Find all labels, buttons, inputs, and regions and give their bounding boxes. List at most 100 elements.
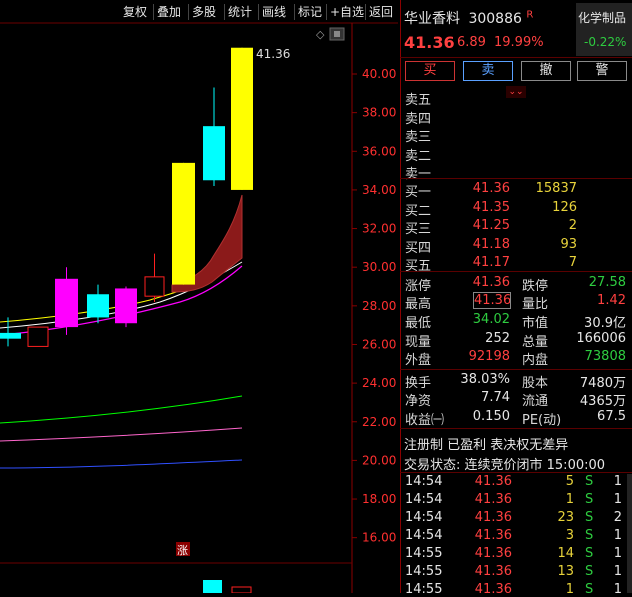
stat-value-pe: 67.5 xyxy=(597,409,626,424)
tick-side: S xyxy=(585,564,594,579)
tick-volume: 5 xyxy=(565,474,574,489)
y-tick-label: 40.00 xyxy=(362,67,396,81)
tick-price: 41.36 xyxy=(474,564,512,579)
stat-value-low: 34.02 xyxy=(472,312,510,327)
stat-label-lb: 量比 xyxy=(522,297,549,312)
tick-side: S xyxy=(585,582,594,597)
stat-value-high: 41.36 xyxy=(473,292,512,309)
bid-volume: 15837 xyxy=(535,181,577,196)
stock-name: 华业香料 xyxy=(404,11,460,27)
bid-volume: 126 xyxy=(552,199,577,215)
stat-label-dt: 跌停 xyxy=(522,279,549,294)
y-tick-label: 34.00 xyxy=(362,183,396,197)
tick-volume: 13 xyxy=(557,564,574,579)
stat-label-gb: 股本 xyxy=(522,376,549,391)
bid-price[interactable]: 41.36 xyxy=(455,181,510,196)
sector-name: 化学制品 xyxy=(578,11,627,25)
alert-button[interactable]: 警 xyxy=(577,61,627,81)
bid-level-label: 买一 xyxy=(405,185,432,200)
bid-volume: 7 xyxy=(568,255,577,270)
bid-level-label: 买四 xyxy=(405,240,432,256)
stat-value-hs: 38.03% xyxy=(460,372,510,387)
bid-price[interactable]: 41.25 xyxy=(455,218,510,233)
stat-label-mv: 市值 xyxy=(522,316,549,331)
tick-volume: 23 xyxy=(557,510,574,525)
ask-level-label: 卖二 xyxy=(405,148,432,164)
tick-time: 14:55 xyxy=(405,582,443,597)
tick-price: 41.36 xyxy=(474,510,512,525)
stat-value-vol: 166006 xyxy=(576,331,626,346)
y-tick-label: 28.00 xyxy=(362,299,396,313)
stat-value-lb: 1.42 xyxy=(597,293,626,308)
max-price-label: 41.36 xyxy=(256,47,290,61)
tick-volume: 3 xyxy=(565,528,574,543)
bid-volume: 2 xyxy=(568,218,577,233)
stat-value-sy: 0.150 xyxy=(472,409,510,424)
tick-count: 1 xyxy=(613,492,622,507)
tick-volume: 1 xyxy=(565,582,574,597)
last-price: 41.36 xyxy=(404,33,455,52)
stat-label-low: 最低 xyxy=(405,316,432,331)
cancel-button[interactable]: 撤 xyxy=(521,61,571,81)
tick-price: 41.36 xyxy=(474,546,512,561)
ask-level-label: 卖一 xyxy=(405,167,432,182)
tick-price: 41.36 xyxy=(474,528,512,543)
ask-level-label: 卖四 xyxy=(405,111,432,127)
stat-label-zt: 涨停 xyxy=(405,279,432,294)
stat-value-cur: 252 xyxy=(485,331,510,346)
bid-level-label: 买二 xyxy=(405,203,432,219)
bid-price[interactable]: 41.35 xyxy=(455,200,510,215)
expand-icon[interactable]: ⌄⌄ xyxy=(506,86,526,98)
candle xyxy=(203,87,225,187)
y-tick-label: 26.00 xyxy=(362,337,396,351)
stat-label-sy: 收益㈠ xyxy=(405,413,445,428)
y-tick-label: 16.00 xyxy=(362,531,396,545)
y-tick-label: 30.00 xyxy=(362,260,396,274)
candle xyxy=(27,326,49,347)
sector-box[interactable]: 化学制品 -0.22% xyxy=(576,3,632,56)
tick-volume: 1 xyxy=(565,492,574,507)
bid-level-label: 买三 xyxy=(405,222,432,237)
tick-price: 41.36 xyxy=(474,582,512,597)
candle xyxy=(144,253,165,302)
tick-list-scrollbar[interactable] xyxy=(627,474,632,593)
tick-time: 14:54 xyxy=(405,510,443,525)
stat-value-jz: 7.74 xyxy=(481,390,510,405)
tick-time: 14:54 xyxy=(405,474,443,489)
bid-price[interactable]: 41.17 xyxy=(455,255,510,270)
y-tick-label: 24.00 xyxy=(362,376,396,390)
tick-price: 41.36 xyxy=(474,474,512,489)
y-tick-label: 22.00 xyxy=(362,415,396,429)
tick-count: 1 xyxy=(613,546,622,561)
ask-level-label: 卖五 xyxy=(405,93,432,108)
stat-value-lt: 4365万 xyxy=(579,394,626,409)
sector-change: -0.22% xyxy=(584,35,627,49)
tick-time: 14:55 xyxy=(405,564,443,579)
tick-side: S xyxy=(585,510,594,525)
bid-price[interactable]: 41.18 xyxy=(455,237,510,252)
tick-side: S xyxy=(585,474,594,489)
buy-button[interactable]: 买 xyxy=(405,61,455,81)
price-change: 6.89 xyxy=(457,35,486,50)
tick-count: 1 xyxy=(613,564,622,579)
tick-time: 14:55 xyxy=(405,546,443,561)
stat-value-zt: 41.36 xyxy=(472,275,510,290)
stat-label-pe: PE(动) xyxy=(522,413,562,428)
trade-status: 交易状态: 连续竞价闭市 15:00:00 xyxy=(404,458,606,473)
volume-bar xyxy=(203,580,222,593)
tick-side: S xyxy=(585,492,594,507)
tick-side: S xyxy=(585,546,594,561)
tick-price: 41.36 xyxy=(474,492,512,507)
volume-bar xyxy=(231,586,252,593)
tick-time: 14:54 xyxy=(405,492,443,507)
sell-button[interactable]: 卖 xyxy=(463,61,513,81)
tick-time: 14:54 xyxy=(405,528,443,543)
candlestick-chart[interactable]: ◇ 40.00 38.00 36.00 34.00 32.00 30.00 28.00 26.… xyxy=(0,0,398,593)
scroll-up-button[interactable] xyxy=(329,27,345,41)
candle xyxy=(172,162,195,285)
tick-count: 1 xyxy=(613,528,622,543)
stat-label-hs: 换手 xyxy=(405,376,432,391)
stat-value-out: 92198 xyxy=(468,349,510,364)
stat-label-high: 最高 xyxy=(405,297,432,312)
stat-label-lt: 流通 xyxy=(522,394,549,409)
